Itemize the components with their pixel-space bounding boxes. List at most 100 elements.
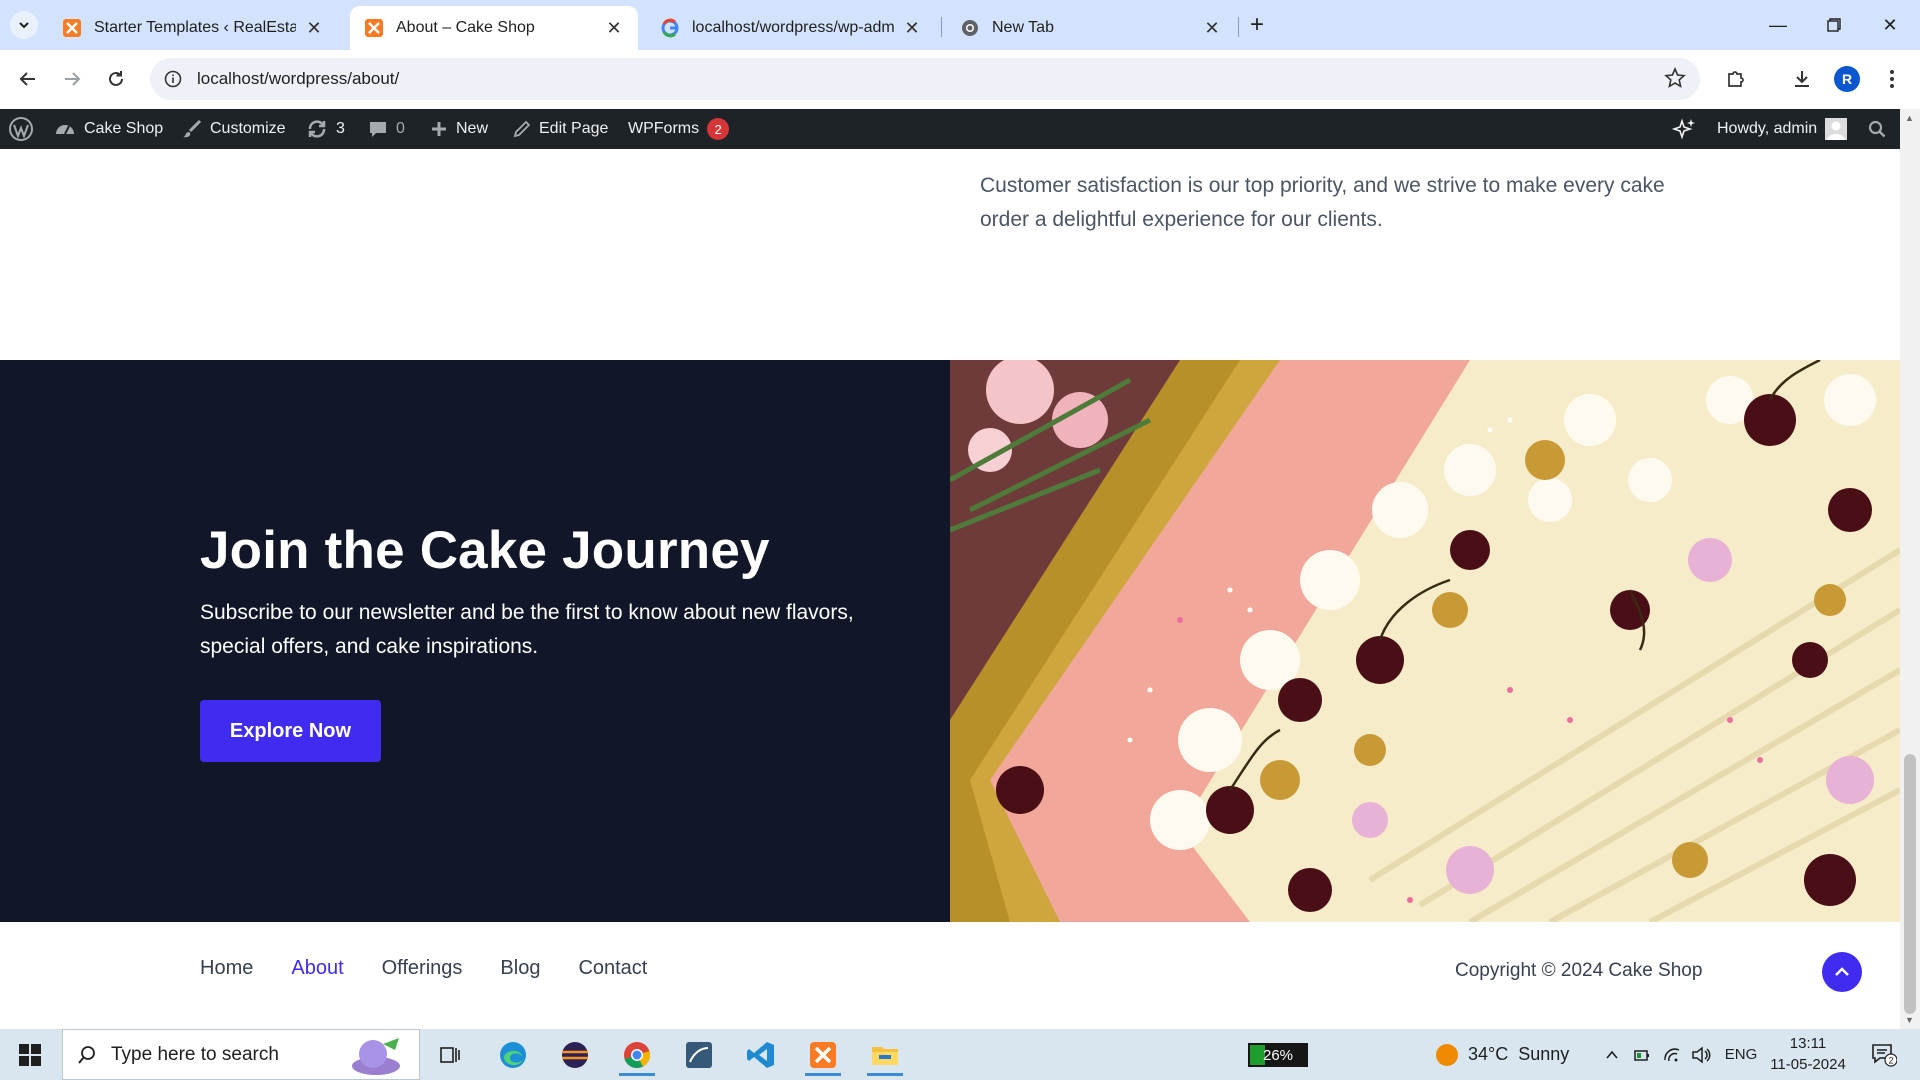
weather-temperature: 34°C — [1468, 1044, 1509, 1064]
wpforms-menu[interactable]: WPForms 2 — [628, 109, 730, 149]
admin-search-button[interactable] — [1868, 109, 1886, 149]
bookmark-star-icon[interactable] — [1664, 66, 1686, 94]
avatar: R — [1834, 66, 1860, 92]
taskbar-edge[interactable] — [489, 1033, 537, 1076]
network-tray-button[interactable] — [1660, 1029, 1684, 1080]
tab-starter-templates[interactable]: Starter Templates ‹ RealEstate-B ✕ — [48, 6, 338, 50]
wpforms-notification-badge: 2 — [707, 118, 730, 140]
browser-tab-strip: Starter Templates ‹ RealEstate-B ✕ About… — [0, 0, 1920, 50]
footer-link-about[interactable]: About — [291, 957, 343, 980]
taskbar-file-explorer[interactable] — [861, 1033, 909, 1076]
dashboard-icon — [56, 125, 74, 135]
comments-count: 0 — [396, 120, 405, 137]
updates-count: 3 — [336, 120, 345, 137]
new-tab-button[interactable]: + — [1244, 11, 1270, 38]
explore-now-button[interactable]: Explore Now — [200, 700, 381, 762]
xampp-icon — [810, 1041, 836, 1068]
chevron-up-icon — [1606, 1050, 1618, 1059]
site-info-icon[interactable] — [163, 69, 183, 89]
search-icon — [78, 1045, 95, 1064]
start-button[interactable] — [10, 1039, 50, 1071]
close-icon[interactable]: ✕ — [604, 18, 624, 38]
cta-text-panel: Join the Cake Journey Subscribe to our n… — [0, 360, 950, 922]
updates-icon — [308, 120, 326, 138]
reload-button[interactable] — [100, 63, 132, 95]
customize-link[interactable]: Customize — [182, 109, 286, 149]
footer-link-home[interactable]: Home — [200, 957, 253, 980]
input-language-button[interactable]: ENG — [1722, 1029, 1760, 1080]
back-button[interactable] — [12, 63, 44, 95]
tab-about-cake-shop[interactable]: About – Cake Shop ✕ — [350, 6, 638, 50]
close-icon[interactable]: ✕ — [304, 18, 324, 38]
puzzle-icon — [1728, 71, 1744, 87]
cta-subtitle: Subscribe to our newsletter and be the f… — [200, 601, 854, 658]
avatar — [1825, 118, 1848, 140]
browser-menu-button[interactable] — [1876, 63, 1908, 95]
address-bar[interactable]: localhost/wordpress/about/ — [150, 58, 1700, 100]
sun-icon — [1436, 1043, 1458, 1066]
clock-time: 13:11 — [1789, 1035, 1827, 1052]
plus-icon: + — [1249, 11, 1264, 38]
weather-widget[interactable]: 34°C Sunny — [1436, 1029, 1569, 1080]
arrow-right-icon — [65, 72, 81, 86]
taskbar-vscode[interactable] — [737, 1033, 785, 1076]
howdy-label: Howdy, admin — [1717, 120, 1818, 137]
my-account-menu[interactable]: Howdy, admin — [1717, 109, 1848, 149]
notification-center-button[interactable]: 2 — [1864, 1029, 1904, 1080]
cta-heading: Join the Cake Journey — [200, 521, 770, 580]
sparkle-icon — [1672, 118, 1695, 140]
eclipse-icon — [562, 1041, 588, 1068]
site-name-menu[interactable]: Cake Shop — [54, 109, 163, 149]
close-icon[interactable]: ✕ — [1202, 18, 1222, 38]
chevron-down-icon — [19, 22, 29, 29]
downloads-button[interactable] — [1786, 63, 1818, 95]
volume-tray-button[interactable] — [1688, 1029, 1714, 1080]
wp-logo-menu[interactable] — [8, 109, 34, 149]
task-view-icon — [440, 1046, 460, 1063]
new-label: New — [456, 120, 489, 137]
google-icon — [660, 18, 680, 38]
site-name: Cake Shop — [84, 120, 164, 137]
database-app-icon — [686, 1041, 712, 1068]
wifi-icon — [1664, 1047, 1680, 1061]
clock[interactable]: 13:11 11-05-2024 — [1768, 1033, 1848, 1075]
forward-button[interactable] — [56, 63, 88, 95]
scroll-down-arrow-icon[interactable]: ▼ — [1905, 1015, 1914, 1025]
close-window-button[interactable]: ✕ — [1870, 10, 1910, 40]
taskbar-xampp[interactable] — [799, 1033, 847, 1076]
battery-tray-button[interactable] — [1630, 1029, 1654, 1080]
close-icon[interactable]: ✕ — [902, 18, 922, 38]
battery-meter[interactable]: 26% — [1248, 1043, 1308, 1067]
page-scrollbar[interactable]: ▲ ▼ — [1900, 109, 1920, 1029]
footer-link-offerings[interactable]: Offerings — [382, 957, 463, 980]
scroll-up-arrow-icon[interactable]: ▲ — [1905, 113, 1914, 123]
scroll-to-top-button[interactable] — [1822, 952, 1862, 992]
new-content-menu[interactable]: New — [430, 109, 488, 149]
updates-link[interactable]: 3 — [306, 109, 345, 149]
ai-assistant-button[interactable] — [1672, 109, 1696, 149]
scrollbar-thumb[interactable] — [1904, 754, 1916, 1014]
taskbar-eclipse[interactable] — [551, 1033, 599, 1076]
restore-button[interactable] — [1814, 10, 1854, 40]
chrome-icon — [624, 1041, 651, 1068]
taskbar-chrome[interactable] — [613, 1033, 661, 1076]
profile-button[interactable]: R — [1831, 63, 1863, 95]
footer-link-contact[interactable]: Contact — [578, 957, 647, 980]
site-footer: Home About Offerings Blog Contact Copyri… — [0, 922, 1900, 1029]
download-icon — [1795, 71, 1809, 87]
show-hidden-icons-button[interactable] — [1600, 1029, 1624, 1080]
minimize-button[interactable]: — — [1758, 10, 1798, 40]
taskbar-mysql-workbench[interactable] — [675, 1033, 723, 1076]
footer-link-blog[interactable]: Blog — [500, 957, 540, 980]
tab-wp-admin[interactable]: localhost/wordpress/wp-admin ✕ — [646, 6, 936, 50]
tab-separator — [1238, 17, 1239, 37]
taskbar-search-box[interactable]: Type here to search — [62, 1029, 420, 1080]
extensions-button[interactable] — [1720, 63, 1752, 95]
comments-link[interactable]: 0 — [368, 109, 405, 149]
edit-page-link[interactable]: Edit Page — [513, 109, 608, 149]
task-view-button[interactable] — [426, 1033, 474, 1076]
tab-search-button[interactable] — [10, 11, 38, 39]
tab-new-tab[interactable]: New Tab ✕ — [946, 6, 1236, 50]
url-text[interactable]: localhost/wordpress/about/ — [197, 69, 399, 89]
newsletter-cta-section: Join the Cake Journey Subscribe to our n… — [0, 360, 1900, 922]
